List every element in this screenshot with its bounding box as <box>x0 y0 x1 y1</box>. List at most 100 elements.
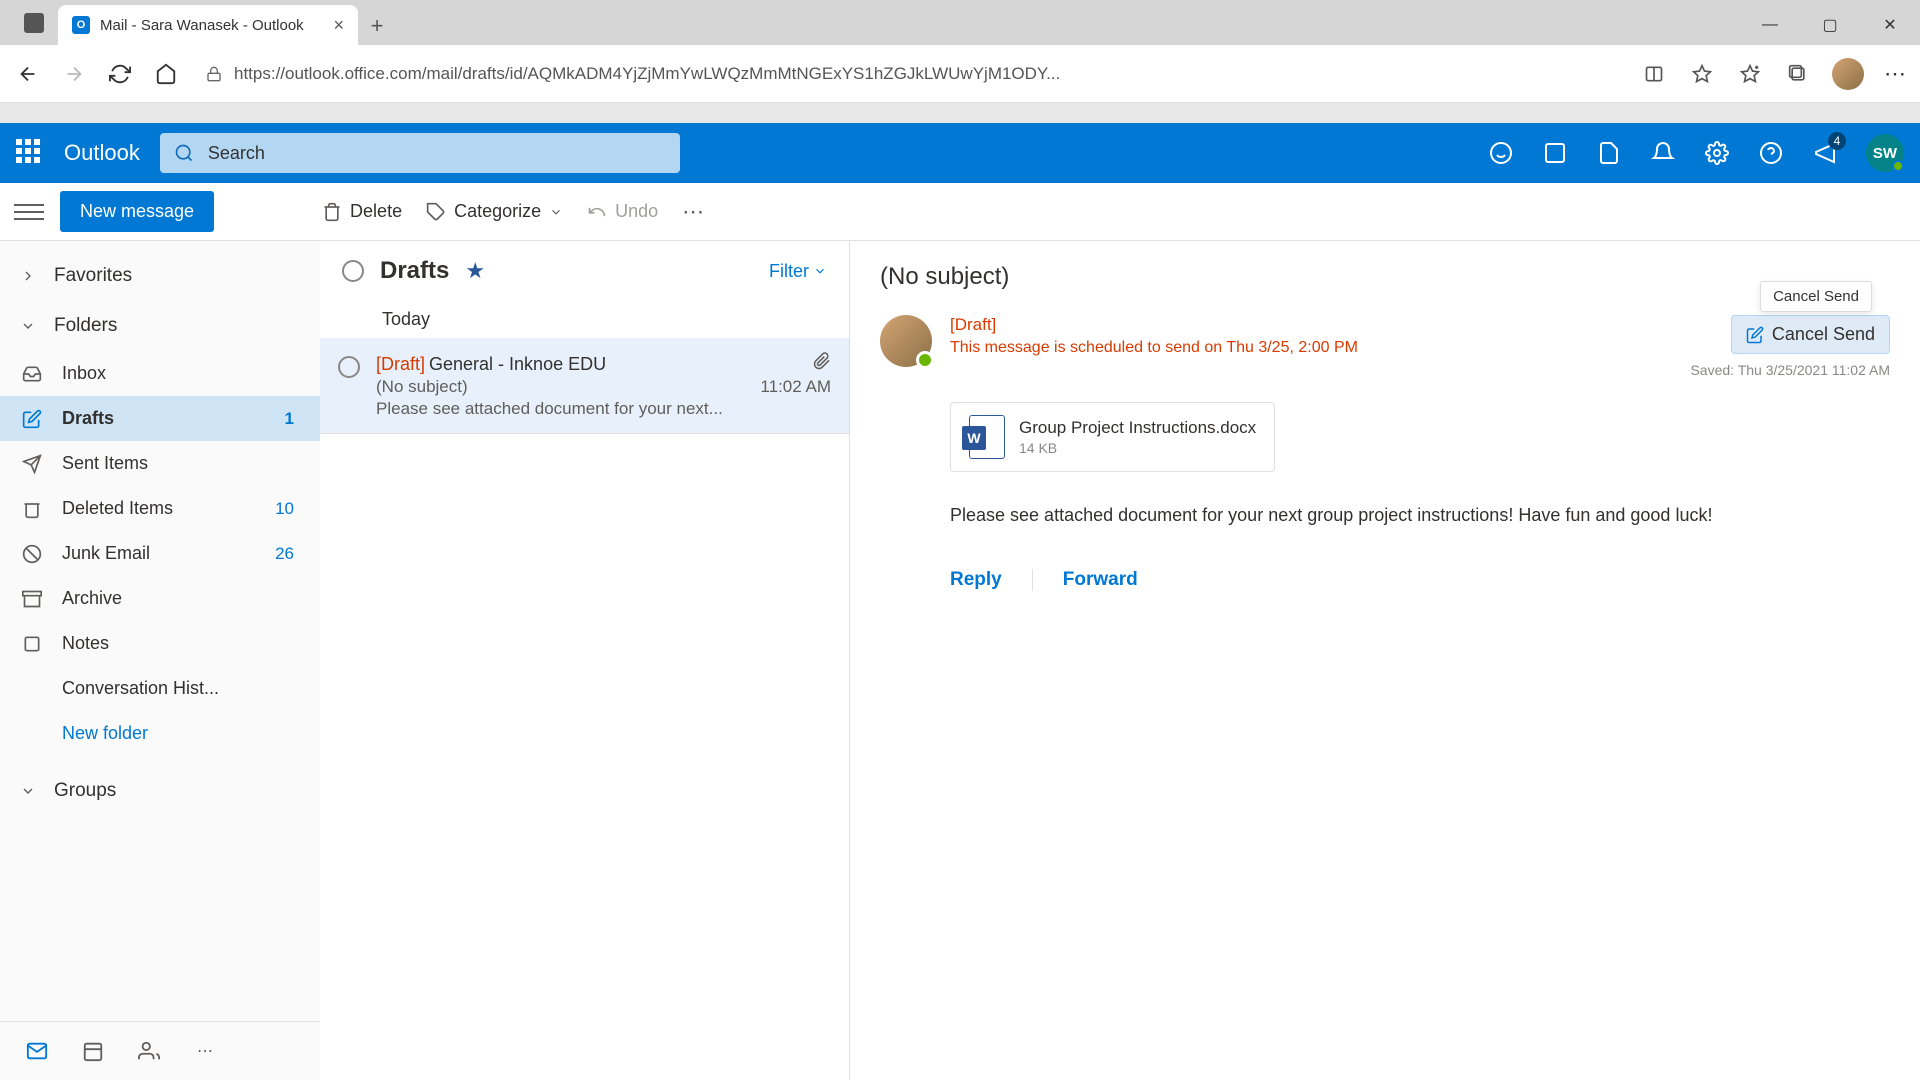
address-bar: https://outlook.office.com/mail/drafts/i… <box>0 45 1920 103</box>
minimize-button[interactable]: — <box>1740 5 1800 45</box>
edge-app-icon <box>18 7 50 39</box>
hamburger-icon[interactable] <box>14 197 44 227</box>
mail-toolbar: New message Delete Categorize Undo ⋯ <box>0 183 1920 241</box>
folder-junk[interactable]: Junk Email 26 <box>0 531 320 576</box>
folder-archive[interactable]: Archive <box>0 576 320 621</box>
lock-icon <box>206 66 222 82</box>
forward-button[interactable] <box>60 60 88 88</box>
refresh-button[interactable] <box>106 60 134 88</box>
people-nav-icon[interactable] <box>136 1038 162 1064</box>
url-text: https://outlook.office.com/mail/drafts/i… <box>234 64 1060 84</box>
message-sender: General - Inknoe EDU <box>429 354 606 375</box>
attachment-icon <box>813 352 831 370</box>
inbox-icon <box>20 364 44 384</box>
notifications-icon[interactable] <box>1650 140 1676 166</box>
cancel-send-button[interactable]: Cancel Send <box>1731 315 1890 354</box>
drafts-icon <box>20 409 44 429</box>
attachment-size: 14 KB <box>1019 440 1256 456</box>
chevron-right-icon <box>20 268 36 284</box>
more-nav-icon[interactable]: ⋯ <box>192 1038 218 1064</box>
notes-folder-icon <box>20 634 44 654</box>
draft-tag: [Draft] <box>376 354 425 375</box>
message-select-checkbox[interactable] <box>338 356 360 378</box>
reading-mode-icon[interactable] <box>1640 60 1668 88</box>
browser-menu-icon[interactable]: ⋯ <box>1884 61 1906 87</box>
message-item[interactable]: [Draft] General - Inknoe EDU (No subject… <box>320 338 849 434</box>
maximize-button[interactable]: ▢ <box>1800 5 1860 45</box>
home-button[interactable] <box>152 60 180 88</box>
outlook-logo[interactable]: Outlook <box>64 140 140 166</box>
back-button[interactable] <box>14 60 42 88</box>
folder-drafts[interactable]: Drafts 1 <box>0 396 320 441</box>
presence-indicator <box>1892 160 1904 172</box>
sent-icon <box>20 454 44 474</box>
sidebar: Favorites Folders Inbox Drafts 1 Sent It… <box>0 241 320 1080</box>
reading-subject: (No subject) <box>880 263 1890 291</box>
archive-icon <box>20 589 44 609</box>
message-actions: Reply Forward <box>950 569 1890 591</box>
filter-button[interactable]: Filter <box>769 261 827 282</box>
notification-badge: 4 <box>1828 132 1846 150</box>
profile-avatar[interactable]: SW <box>1866 134 1904 172</box>
favorites-section[interactable]: Favorites <box>0 251 320 301</box>
tab-close-icon[interactable]: × <box>333 15 344 36</box>
saved-timestamp: Saved: Thu 3/25/2021 11:02 AM <box>1690 362 1890 378</box>
bottom-nav: ⋯ <box>0 1021 320 1080</box>
forward-button[interactable]: Forward <box>1063 569 1138 591</box>
new-message-button[interactable]: New message <box>60 191 214 232</box>
delete-button[interactable]: Delete <box>322 201 402 222</box>
categorize-button[interactable]: Categorize <box>426 201 563 222</box>
chevron-down-icon <box>813 264 827 278</box>
reply-button[interactable]: Reply <box>950 569 1002 591</box>
announcements-icon[interactable]: 4 <box>1812 140 1838 166</box>
folder-inbox[interactable]: Inbox <box>0 351 320 396</box>
groups-section[interactable]: Groups <box>0 766 320 816</box>
close-button[interactable]: ✕ <box>1860 5 1920 45</box>
attachment-item[interactable]: Group Project Instructions.docx 14 KB <box>950 402 1275 472</box>
browser-right-icons: ⋯ <box>1640 58 1906 90</box>
attachment-name: Group Project Instructions.docx <box>1019 418 1256 438</box>
tag-icon <box>426 202 446 222</box>
more-actions-icon[interactable]: ⋯ <box>682 199 704 225</box>
outlook-favicon-icon: O <box>72 16 90 34</box>
list-header: Drafts ★ Filter <box>320 241 849 297</box>
folder-title: Drafts <box>380 257 449 285</box>
calendar-nav-icon[interactable] <box>80 1038 106 1064</box>
search-icon <box>174 143 194 163</box>
presence-indicator <box>916 351 934 369</box>
add-favorite-icon[interactable] <box>1736 60 1764 88</box>
sender-avatar[interactable] <box>880 315 932 367</box>
folder-sent[interactable]: Sent Items <box>0 441 320 486</box>
settings-icon[interactable] <box>1704 140 1730 166</box>
folders-section[interactable]: Folders <box>0 301 320 351</box>
trash-icon <box>322 202 342 222</box>
collections-icon[interactable] <box>1784 60 1812 88</box>
date-group-today: Today <box>320 297 849 338</box>
browser-profile-avatar[interactable] <box>1832 58 1864 90</box>
search-input[interactable]: Search <box>160 133 680 173</box>
undo-button[interactable]: Undo <box>587 201 658 222</box>
skype-icon[interactable] <box>1488 140 1514 166</box>
folder-deleted[interactable]: Deleted Items 10 <box>0 486 320 531</box>
url-field[interactable]: https://outlook.office.com/mail/drafts/i… <box>198 64 1622 84</box>
star-icon[interactable]: ★ <box>465 258 485 284</box>
folder-notes[interactable]: Notes <box>0 621 320 666</box>
word-document-icon <box>969 415 1005 459</box>
new-tab-button[interactable]: + <box>358 7 396 45</box>
header-icons: 4 SW <box>1488 134 1904 172</box>
favorites-icon[interactable] <box>1688 60 1716 88</box>
help-icon[interactable] <box>1758 140 1784 166</box>
reading-draft-label: [Draft] <box>950 315 1672 335</box>
teams-icon[interactable] <box>1542 140 1568 166</box>
folder-conversation-history[interactable]: Conversation Hist... <box>0 666 320 711</box>
notes-icon[interactable] <box>1596 140 1622 166</box>
browser-tab[interactable]: O Mail - Sara Wanasek - Outlook × <box>58 5 358 45</box>
deleted-icon <box>20 499 44 519</box>
new-folder-button[interactable]: New folder <box>0 711 320 756</box>
tab-title: Mail - Sara Wanasek - Outlook <box>100 17 323 34</box>
outlook-header: Outlook Search 4 SW <box>0 123 1920 183</box>
mail-nav-icon[interactable] <box>24 1038 50 1064</box>
app-launcher-icon[interactable] <box>16 139 44 167</box>
window-controls: — ▢ ✕ <box>1740 5 1920 45</box>
select-all-checkbox[interactable] <box>342 260 364 282</box>
